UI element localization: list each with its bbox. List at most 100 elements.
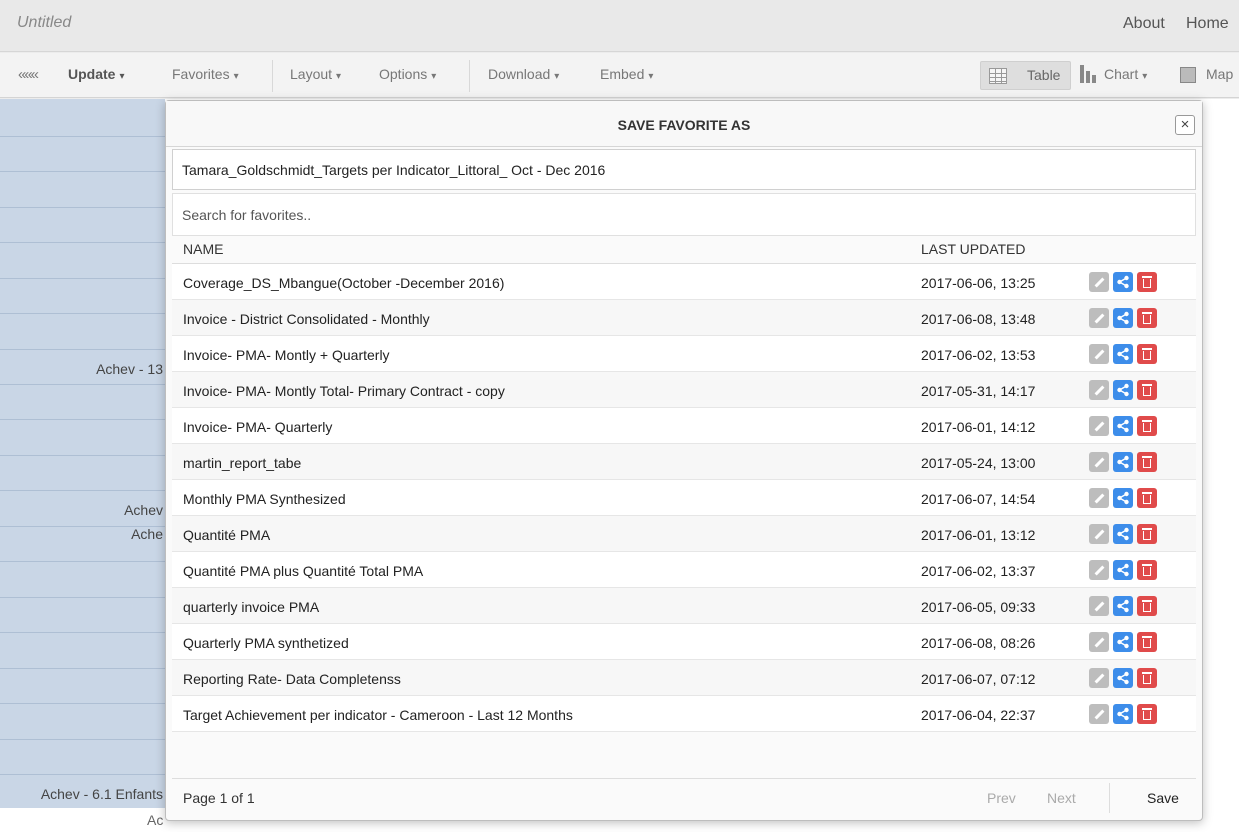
favorite-last-updated: 2017-06-05, 09:33	[921, 599, 1036, 615]
delete-icon[interactable]	[1137, 380, 1157, 400]
favorite-row[interactable]: quarterly invoice PMA 2017-06-05, 09:33	[172, 588, 1196, 624]
layout-label: Layout	[290, 66, 333, 82]
favorite-row[interactable]: Invoice- PMA- Quarterly 2017-06-01, 14:12	[172, 408, 1196, 444]
delete-icon[interactable]	[1137, 344, 1157, 364]
home-link[interactable]: Home	[1186, 15, 1229, 33]
favorite-row[interactable]: Target Achievement per indicator - Camer…	[172, 696, 1196, 732]
favorite-row[interactable]: Quarterly PMA synthetized 2017-06-08, 08:…	[172, 624, 1196, 660]
edit-icon[interactable]	[1089, 380, 1109, 400]
favorite-row[interactable]: Invoice- PMA- Montly Total- Primary Cont…	[172, 372, 1196, 408]
row-divider	[0, 207, 165, 208]
favorite-row[interactable]: Quantité PMA plus Quantité Total PMA 2017…	[172, 552, 1196, 588]
column-header-name: NAME	[183, 241, 224, 257]
chart-menu[interactable]: Chart ▾	[1104, 66, 1147, 82]
row-divider	[0, 774, 165, 775]
edit-icon[interactable]	[1089, 704, 1109, 724]
favorite-row[interactable]: martin_report_tabe 2017-05-24, 13:00	[172, 444, 1196, 480]
column-header-last-updated: LAST UPDATED	[921, 241, 1026, 257]
favorite-row[interactable]: Coverage_DS_Mbangue(October -December 20…	[172, 264, 1196, 300]
share-icon[interactable]	[1113, 416, 1133, 436]
delete-icon[interactable]	[1137, 560, 1157, 580]
toolbar-divider	[469, 60, 470, 92]
delete-icon[interactable]	[1137, 308, 1157, 328]
favorite-name: Invoice- PMA- Quarterly	[183, 419, 333, 435]
delete-icon[interactable]	[1137, 488, 1157, 508]
edit-icon[interactable]	[1089, 596, 1109, 616]
favorite-row[interactable]: Monthly PMA Synthesized 2017-06-07, 14:54	[172, 480, 1196, 516]
share-icon[interactable]	[1113, 272, 1133, 292]
row-divider	[0, 419, 165, 420]
favorite-name: Quarterly PMA synthetized	[183, 635, 349, 651]
prev-page-button[interactable]: Prev	[987, 790, 1016, 806]
share-icon[interactable]	[1113, 488, 1133, 508]
row-divider	[0, 313, 165, 314]
save-favorite-dialog: SAVE FAVORITE AS × NAME LAST UPDATED Cov…	[165, 100, 1203, 821]
row-divider	[0, 455, 165, 456]
row-divider	[0, 561, 165, 562]
share-icon[interactable]	[1113, 308, 1133, 328]
favorite-row[interactable]: Reporting Rate- Data Completenss 2017-06-…	[172, 660, 1196, 696]
toolbar: ««« Update ▾ Favorites ▾ Layout ▾ Options ▾ …	[0, 53, 1239, 98]
save-button[interactable]: Save	[1147, 790, 1179, 806]
share-icon[interactable]	[1113, 452, 1133, 472]
edit-icon[interactable]	[1089, 560, 1109, 580]
share-icon[interactable]	[1113, 596, 1133, 616]
favorite-name: Invoice - District Consolidated - Monthl…	[183, 311, 430, 327]
edit-icon[interactable]	[1089, 524, 1109, 544]
share-icon[interactable]	[1113, 704, 1133, 724]
download-menu[interactable]: Download ▾	[488, 66, 559, 82]
delete-icon[interactable]	[1137, 668, 1157, 688]
edit-icon[interactable]	[1089, 632, 1109, 652]
options-label: Options	[379, 66, 428, 82]
update-button[interactable]: Update ▾	[68, 66, 124, 82]
row-label: Ac	[147, 812, 164, 828]
share-icon[interactable]	[1113, 632, 1133, 652]
delete-icon[interactable]	[1137, 632, 1157, 652]
edit-icon[interactable]	[1089, 344, 1109, 364]
edit-icon[interactable]	[1089, 488, 1109, 508]
chevron-down-icon: ▾	[233, 71, 239, 82]
row-label: Achev - 13	[96, 361, 163, 377]
next-page-button[interactable]: Next	[1047, 790, 1076, 806]
map-menu[interactable]: Map	[1206, 66, 1233, 82]
chevron-down-icon: ▾	[1142, 71, 1148, 82]
favorite-row[interactable]: Quantité PMA 2017-06-01, 13:12	[172, 516, 1196, 552]
edit-icon[interactable]	[1089, 452, 1109, 472]
favorite-last-updated: 2017-06-02, 13:53	[921, 347, 1036, 363]
delete-icon[interactable]	[1137, 596, 1157, 616]
share-icon[interactable]	[1113, 560, 1133, 580]
search-favorites-input[interactable]	[172, 193, 1196, 236]
edit-icon[interactable]	[1089, 272, 1109, 292]
row-divider	[0, 242, 165, 243]
edit-icon[interactable]	[1089, 416, 1109, 436]
delete-icon[interactable]	[1137, 416, 1157, 436]
collapse-left-icon[interactable]: «««	[18, 66, 39, 83]
favorites-menu[interactable]: Favorites ▾	[172, 66, 239, 82]
favorite-name-input[interactable]	[172, 149, 1196, 190]
table-view-button[interactable]: Table	[980, 61, 1071, 90]
delete-icon[interactable]	[1137, 272, 1157, 292]
close-icon[interactable]: ×	[1175, 115, 1195, 135]
edit-icon[interactable]	[1089, 308, 1109, 328]
about-link[interactable]: About	[1123, 15, 1165, 33]
chevron-down-icon: ▾	[554, 71, 560, 82]
delete-icon[interactable]	[1137, 704, 1157, 724]
app-titlebar: Untitled About Home	[0, 0, 1239, 52]
embed-menu[interactable]: Embed ▾	[600, 66, 653, 82]
table-icon	[989, 68, 1007, 84]
layout-menu[interactable]: Layout ▾	[290, 66, 341, 82]
share-icon[interactable]	[1113, 344, 1133, 364]
edit-icon[interactable]	[1089, 668, 1109, 688]
delete-icon[interactable]	[1137, 452, 1157, 472]
share-icon[interactable]	[1113, 668, 1133, 688]
row-header-column: Achev - 13 Achev Ache Achev - 6.1 Enfant…	[0, 99, 165, 832]
favorite-row[interactable]: Invoice - District Consolidated - Monthl…	[172, 300, 1196, 336]
favorite-row[interactable]: Invoice- PMA- Montly + Quarterly 2017-06-…	[172, 336, 1196, 372]
share-icon[interactable]	[1113, 380, 1133, 400]
share-icon[interactable]	[1113, 524, 1133, 544]
options-menu[interactable]: Options ▾	[379, 66, 436, 82]
row-divider	[0, 171, 165, 172]
delete-icon[interactable]	[1137, 524, 1157, 544]
map-icon	[1180, 67, 1196, 83]
row-divider	[0, 632, 165, 633]
